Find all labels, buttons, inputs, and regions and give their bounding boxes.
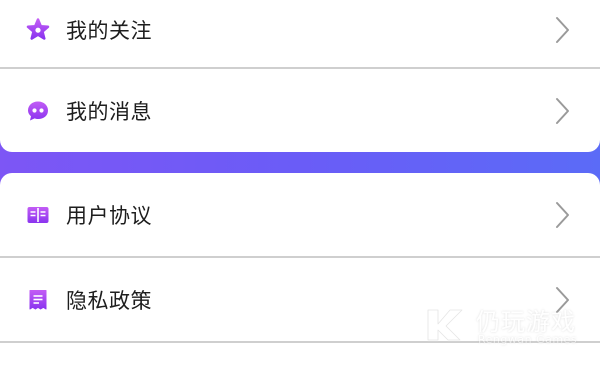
chevron-right-icon bbox=[554, 16, 570, 44]
watermark-logo-icon bbox=[424, 304, 468, 344]
watermark-title: 仍玩游戏 bbox=[476, 308, 576, 336]
menu-item-user-agreement[interactable]: 用户协议 bbox=[0, 185, 600, 245]
chevron-right-icon bbox=[554, 97, 570, 125]
divider bbox=[0, 67, 600, 69]
menu-item-my-follows[interactable]: 我的关注 bbox=[0, 0, 600, 60]
book-icon bbox=[26, 203, 50, 227]
watermark-subtitle: Rengwan Games bbox=[478, 333, 578, 346]
watermark: 仍玩游戏 Rengwan Games bbox=[424, 300, 594, 350]
menu-item-my-messages[interactable]: 我的消息 bbox=[0, 81, 600, 141]
divider bbox=[0, 256, 600, 258]
message-icon bbox=[26, 99, 50, 123]
menu-item-label: 我的消息 bbox=[66, 100, 152, 124]
menu-item-label: 我的关注 bbox=[66, 19, 152, 43]
menu-item-label: 用户协议 bbox=[66, 204, 152, 228]
star-icon bbox=[26, 18, 50, 42]
menu-item-label: 隐私政策 bbox=[66, 289, 152, 313]
chevron-right-icon bbox=[554, 201, 570, 229]
menu-card-top: 我的关注 我的消息 bbox=[0, 0, 600, 152]
document-icon bbox=[26, 288, 50, 312]
